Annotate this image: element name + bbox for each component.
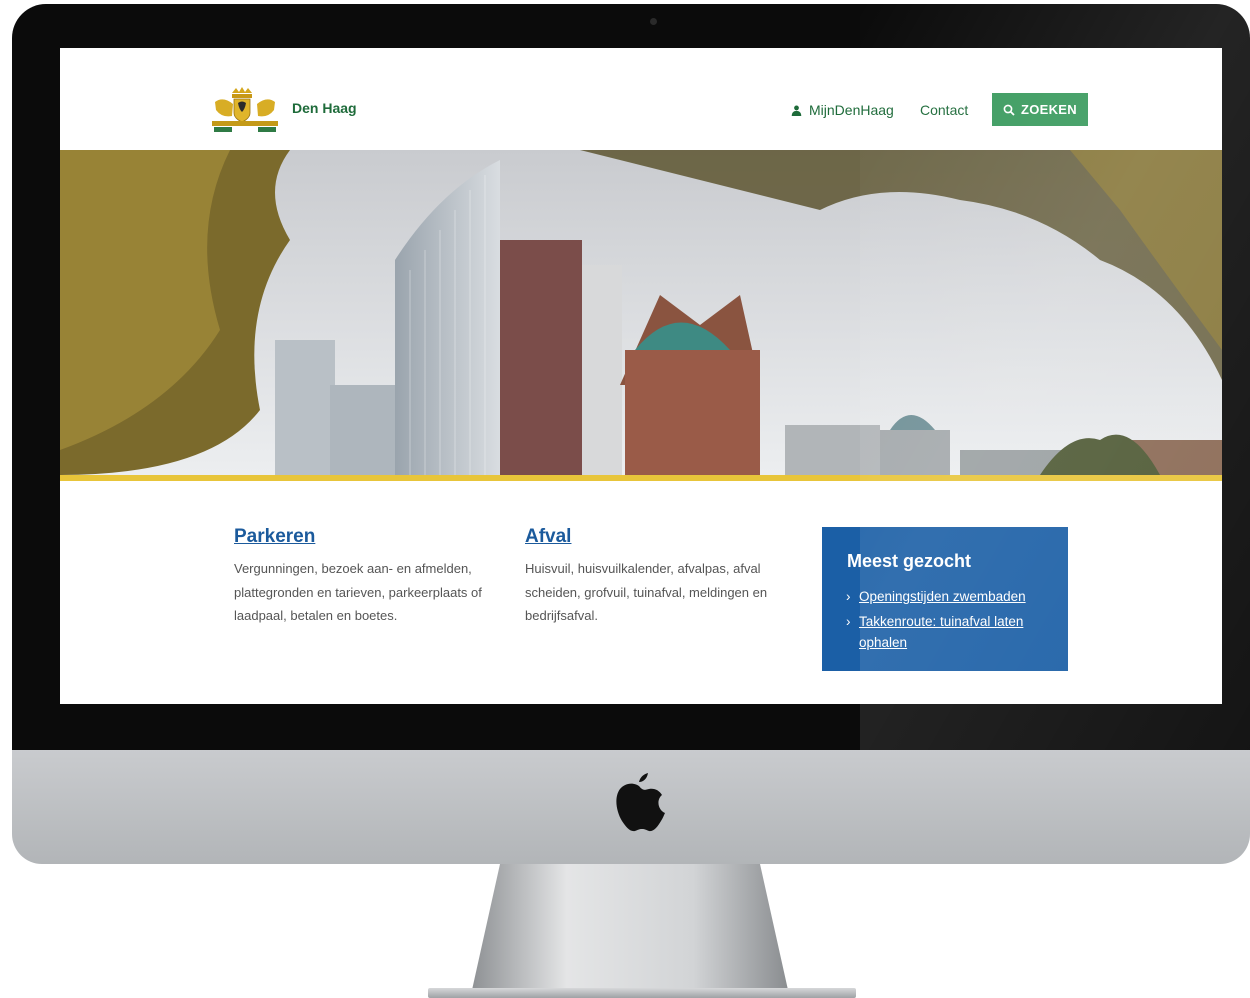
imac-stand-base [428,988,856,998]
header-search-button[interactable]: ZOEKEN [992,93,1088,126]
search-icon [1003,104,1015,116]
nav-mijndenhaag-link[interactable]: MijnDenHaag [791,102,894,118]
topic-parkeren-link[interactable]: Parkeren [234,526,484,548]
meest-gezocht-link[interactable]: Takkenroute: tuinafval laten ophalen [859,614,1023,650]
meest-gezocht-panel: Meest gezocht Openingstijden zwembaden T… [822,527,1068,671]
topic-afval-link[interactable]: Afval [525,526,775,548]
hero-accent-stripe [60,475,1222,481]
user-icon [791,105,802,116]
imac-stand [472,864,788,990]
list-item[interactable]: Openingstijden zwembaden [846,586,1056,607]
meest-gezocht-link[interactable]: Openingstijden zwembaden [859,589,1026,604]
meest-gezocht-list: Openingstijden zwembaden Takkenroute: tu… [822,586,1068,653]
apple-logo-icon [616,773,665,832]
list-item[interactable]: Takkenroute: tuinafval laten ophalen [846,611,1056,653]
nav-mijndenhaag-label: MijnDenHaag [809,102,894,118]
hero-banner [60,150,1222,475]
website-screen: Den Haag MijnDenHaag Contact ZOEKEN Park… [60,48,1222,704]
site-name[interactable]: Den Haag [292,100,357,116]
meest-gezocht-title: Meest gezocht [847,551,972,571]
site-header: Den Haag MijnDenHaag Contact ZOEKEN [60,48,1222,150]
camera-dot [650,18,657,25]
den-haag-coat-of-arms[interactable] [210,85,280,135]
nav-contact-link[interactable]: Contact [920,102,968,118]
topic-parkeren: Parkeren Vergunningen, bezoek aan- en af… [234,526,484,628]
topic-parkeren-description: Vergunningen, bezoek aan- en afmelden, p… [234,561,482,623]
skyline-photo [60,150,1222,475]
header-search-label: ZOEKEN [1021,102,1077,117]
topic-afval: Afval Huisvuil, huisvuilkalender, afvalp… [525,526,775,628]
imac-chin [12,750,1250,864]
topic-afval-description: Huisvuil, huisvuilkalender, afvalpas, af… [525,561,768,623]
